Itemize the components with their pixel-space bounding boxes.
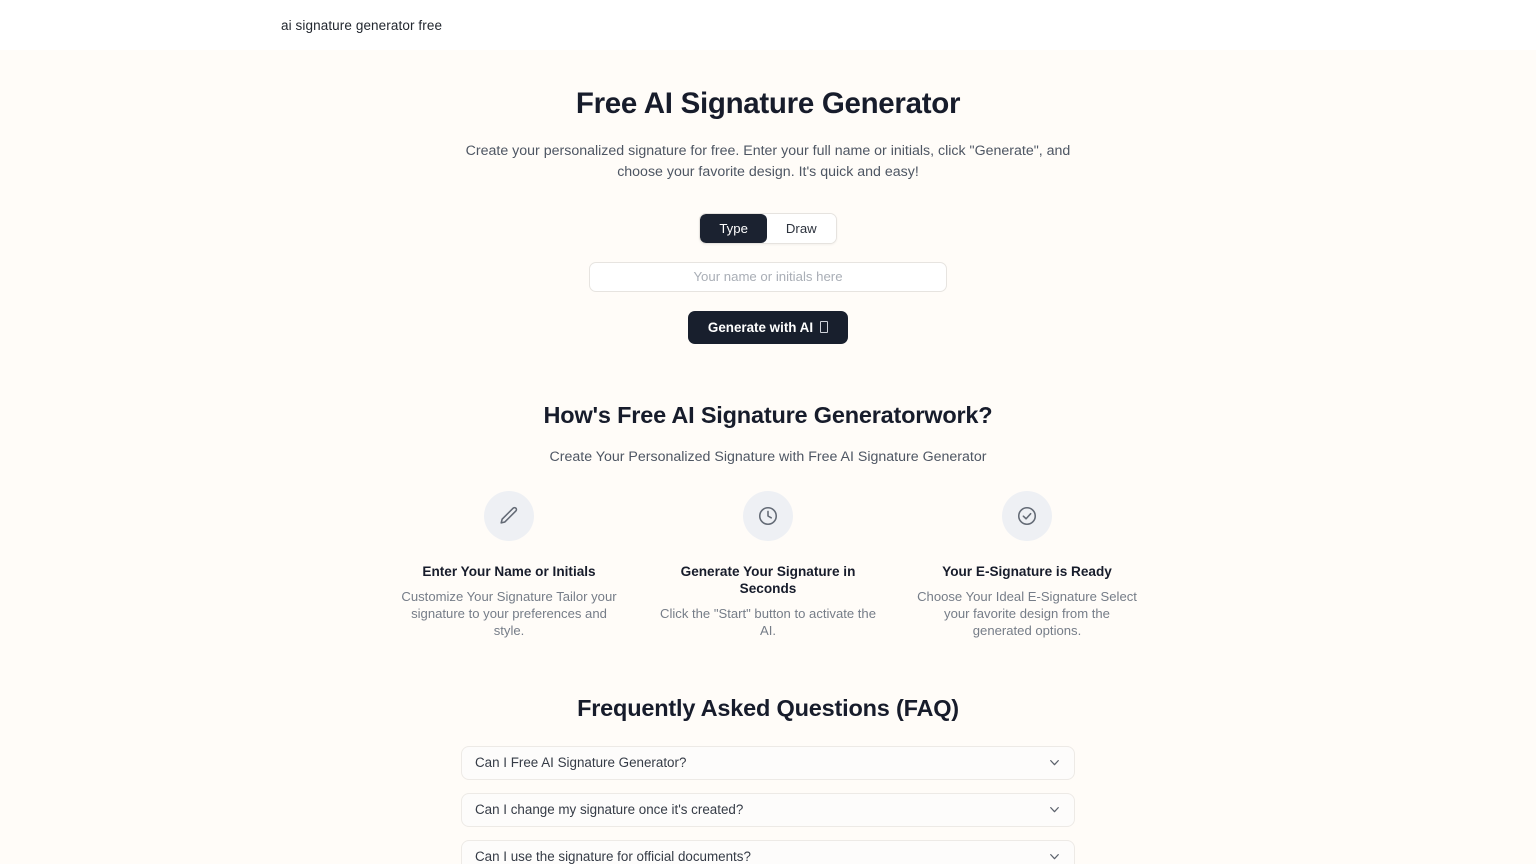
faq-item[interactable]: Can I Free AI Signature Generator? <box>461 745 1075 780</box>
how-it-works-title: How's Free AI Signature Generatorwork? <box>543 402 993 429</box>
chevron-down-icon[interactable] <box>1047 755 1062 770</box>
tab-draw[interactable]: Draw <box>766 213 836 243</box>
feature-card-signature-ready: Your E-Signature is Ready Choose Your Id… <box>916 491 1138 640</box>
chevron-down-icon[interactable] <box>1047 849 1062 864</box>
faq-item[interactable]: Can I use the signature for official doc… <box>461 839 1075 864</box>
feature-card-title: Your E-Signature is Ready <box>942 564 1112 580</box>
page-content: Free AI Signature Generator Create your … <box>0 50 1536 864</box>
faq-question: Can I change my signature once it's crea… <box>475 802 744 818</box>
tab-type[interactable]: Type <box>700 213 767 243</box>
faq-question: Can I Free AI Signature Generator? <box>475 755 687 771</box>
feature-card-description: Choose Your Ideal E-Signature Select you… <box>917 589 1137 638</box>
feature-card-description: Click the "Start" button to activate the… <box>660 606 876 639</box>
hero-section: Free AI Signature Generator Create your … <box>0 50 1536 345</box>
page-title: Free AI Signature Generator <box>575 87 961 120</box>
hero-subtitle: Create your personalized signature for f… <box>465 143 1071 180</box>
feature-card-title: Enter Your Name or Initials <box>422 564 596 580</box>
feature-card-enter-name: Enter Your Name or Initials Customize Yo… <box>398 491 620 640</box>
faq-item[interactable]: Can I change my signature once it's crea… <box>461 792 1075 827</box>
faq-list: Can I Free AI Signature Generator? Can I… <box>461 745 1075 864</box>
faq-section: Frequently Asked Questions (FAQ) Can I F… <box>0 640 1536 864</box>
how-it-works-section: How's Free AI Signature Generatorwork? C… <box>0 344 1536 640</box>
signature-name-input[interactable] <box>589 261 947 292</box>
check-circle-icon <box>1002 491 1052 542</box>
feature-card-title: Generate Your Signature in Seconds <box>680 564 856 597</box>
brand-title: ai signature generator free <box>281 17 443 33</box>
clock-icon <box>743 491 793 542</box>
how-it-works-subtitle: Create Your Personalized Signature with … <box>549 449 987 466</box>
faq-question: Can I use the signature for official doc… <box>475 849 751 864</box>
pencil-icon <box>484 491 534 542</box>
feature-card-generate-seconds: Generate Your Signature in Seconds Click… <box>657 491 879 640</box>
signature-mode-toggle[interactable]: Type Draw <box>699 212 837 244</box>
missing-glyph-box-icon <box>820 321 829 334</box>
site-header: ai signature generator free <box>0 0 1536 50</box>
generate-with-ai-button[interactable]: Generate with AI <box>687 310 849 345</box>
faq-title: Frequently Asked Questions (FAQ) <box>577 694 959 721</box>
feature-card-description: Customize Your Signature Tailor your sig… <box>401 589 617 638</box>
feature-cards: Enter Your Name or Initials Customize Yo… <box>398 491 1138 640</box>
generate-button-label: Generate with AI <box>707 319 814 335</box>
chevron-down-icon[interactable] <box>1047 802 1062 817</box>
